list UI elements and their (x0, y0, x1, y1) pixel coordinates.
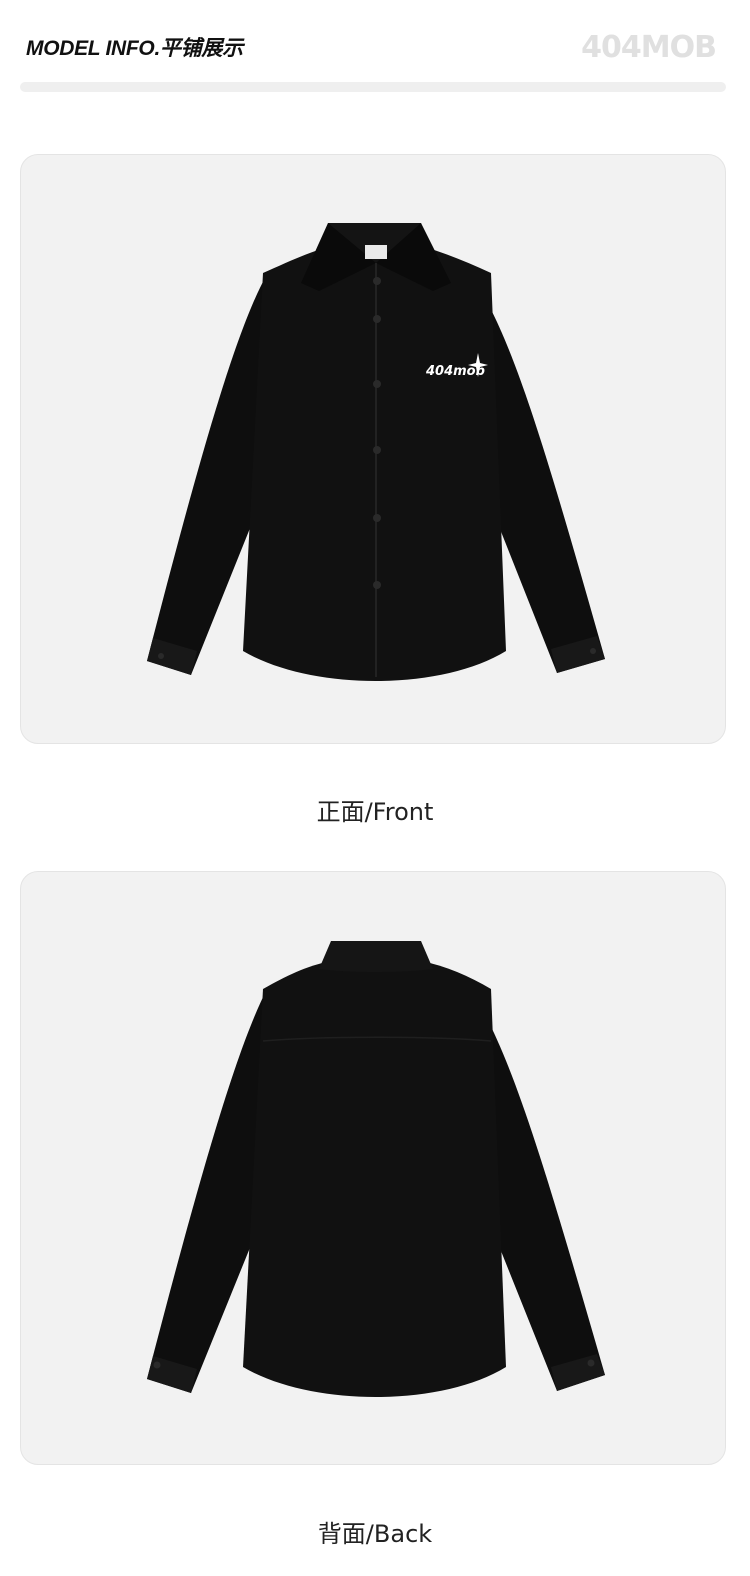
back-view-panel (20, 871, 726, 1465)
front-caption: 正面/Front (316, 798, 434, 826)
divider (20, 82, 726, 92)
brand-logo: 404MOB (581, 30, 717, 65)
shirt-back-image (147, 941, 605, 1397)
front-view-panel: 404mob (20, 154, 726, 744)
back-caption: 背面/Back (317, 1520, 433, 1548)
shirt-front-image: 404mob (147, 223, 605, 681)
page-header: MODEL INFO.平铺展示 404MOB (26, 30, 717, 65)
page-title: MODEL INFO.平铺展示 (26, 37, 243, 60)
